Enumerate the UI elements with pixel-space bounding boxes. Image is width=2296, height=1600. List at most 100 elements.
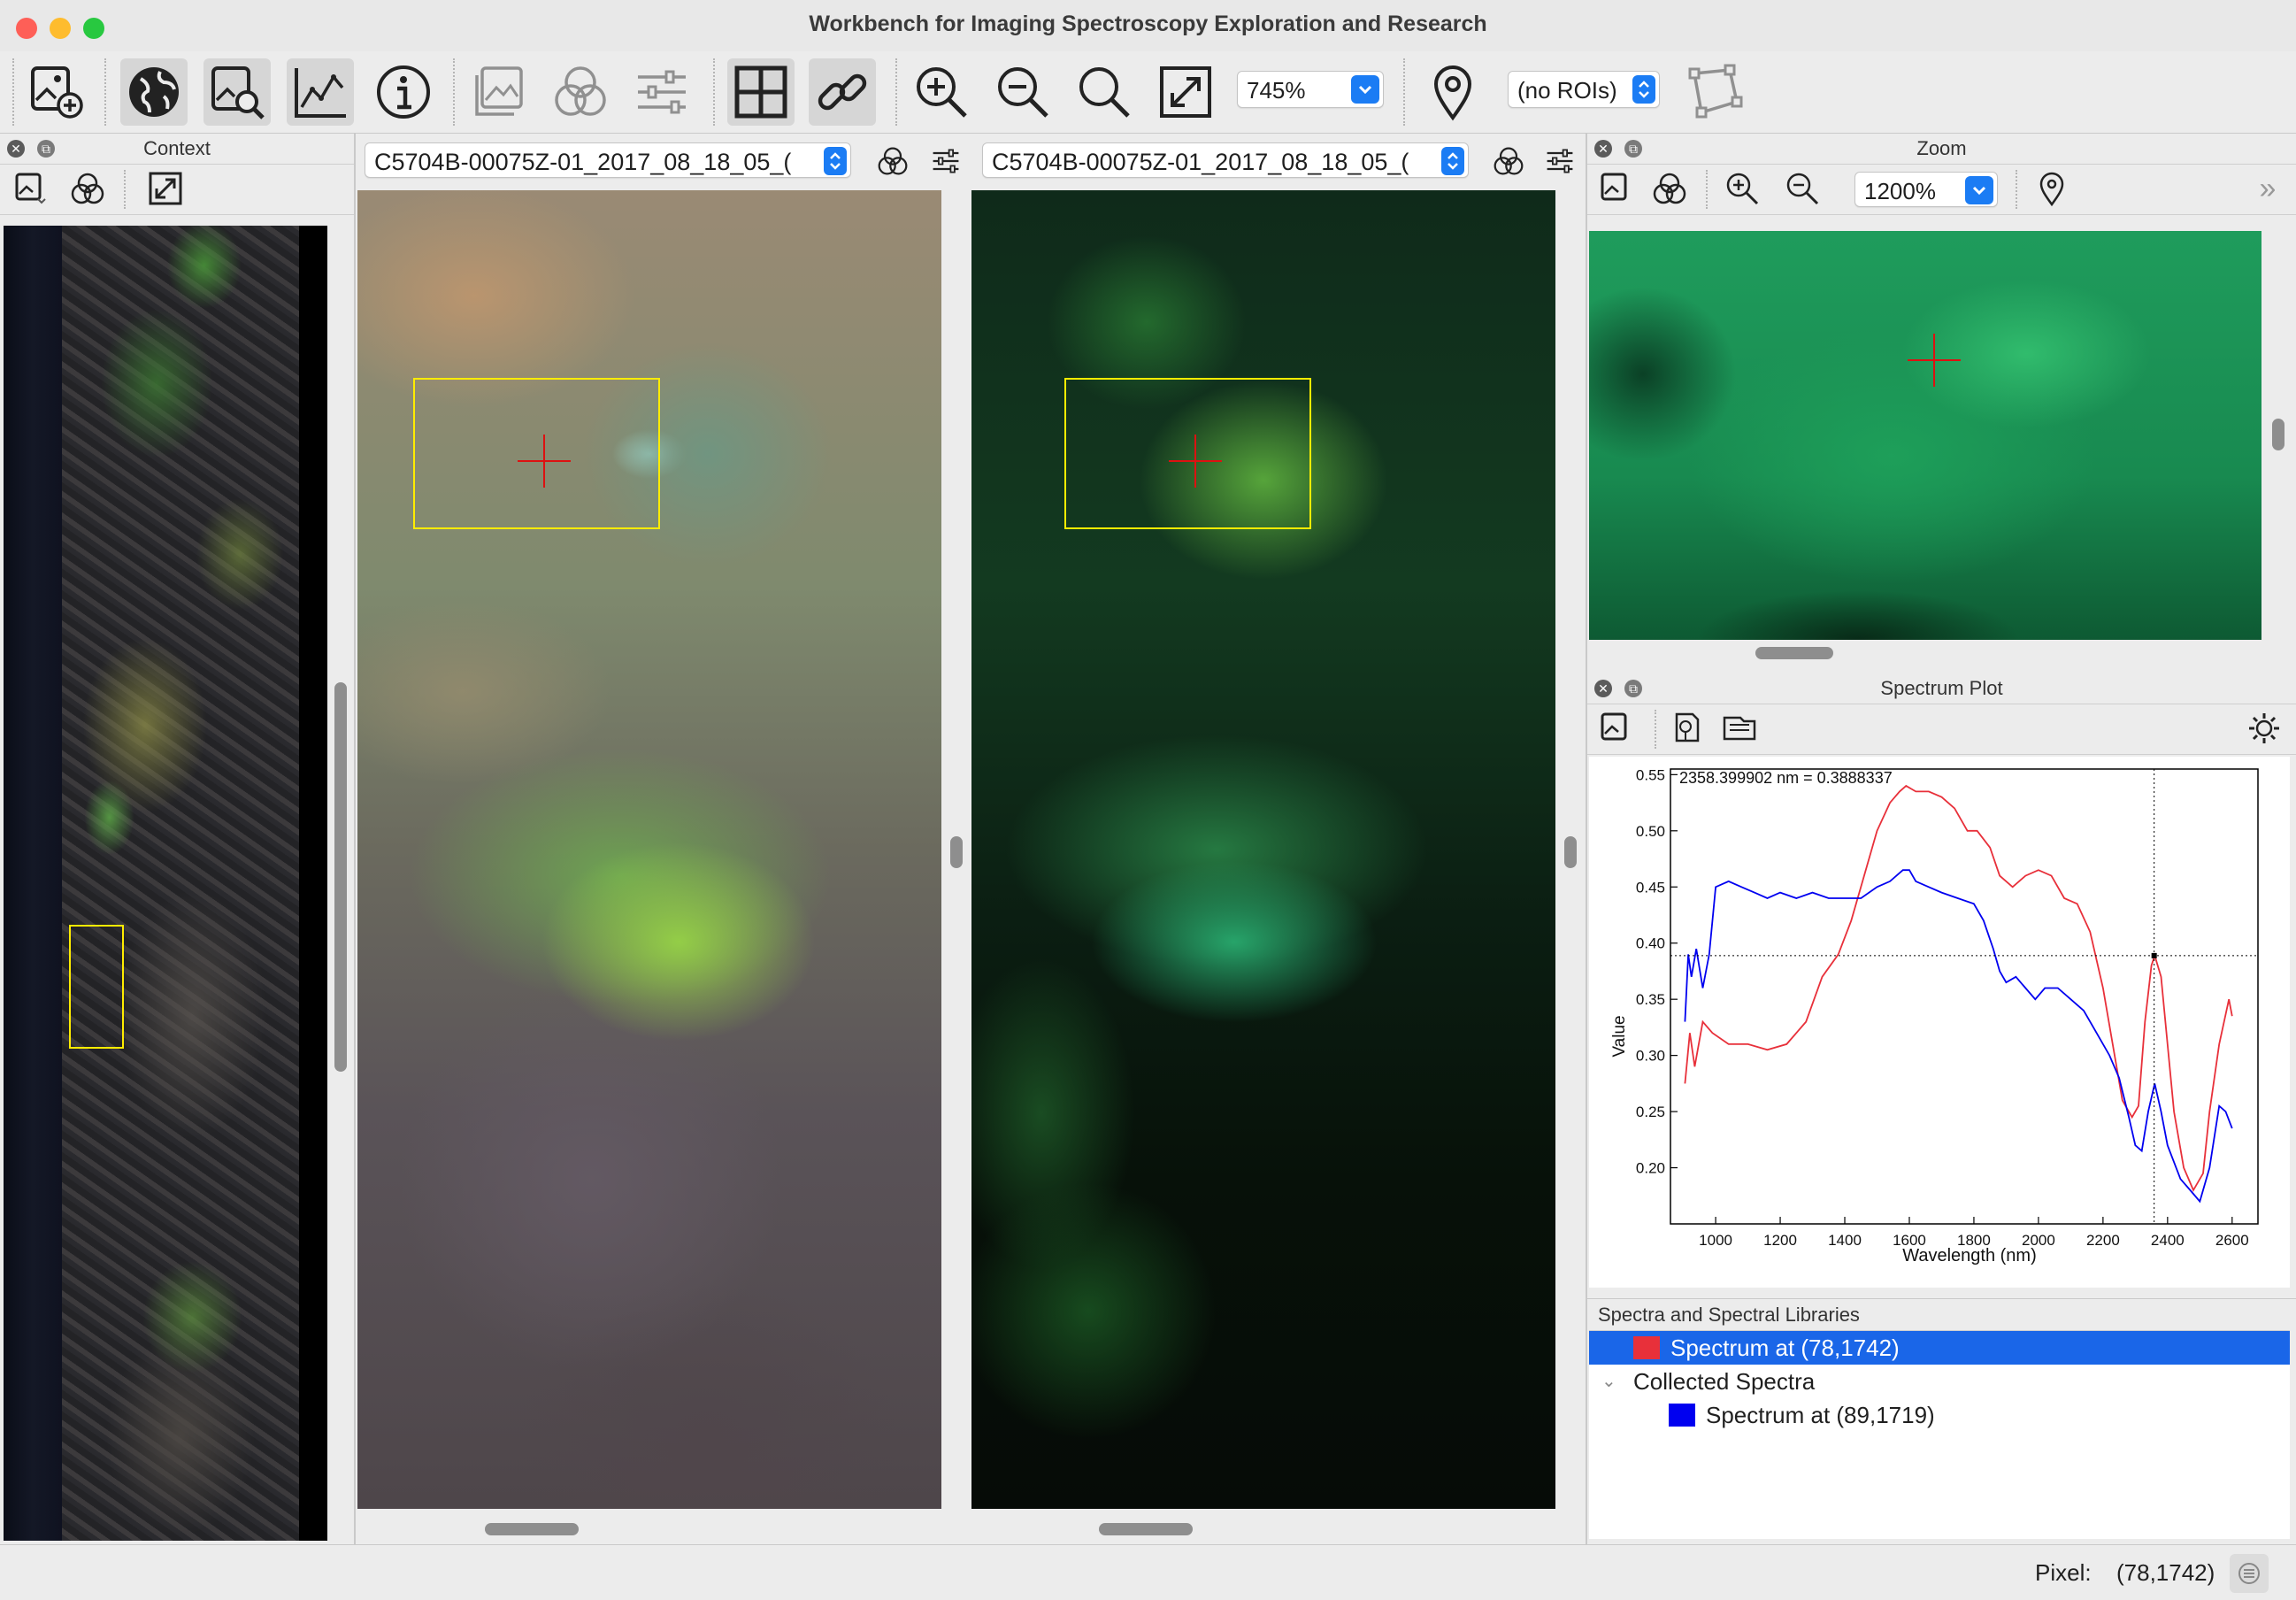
- zoom-panel-level-select[interactable]: 1200%: [1854, 172, 1998, 207]
- main-image-left[interactable]: [357, 190, 941, 1509]
- pixel-label: Pixel:: [2035, 1559, 2092, 1586]
- toolbar-separator: [104, 58, 106, 126]
- expand-icon[interactable]: [143, 166, 188, 211]
- dataset-select-left[interactable]: C5704B-00075Z-01_2017_08_18_05_(: [365, 142, 851, 178]
- y-tick-label: 0.25: [1636, 1104, 1665, 1120]
- zoom-out-icon: [998, 67, 1048, 118]
- stretch-settings-button[interactable]: [628, 58, 695, 126]
- zoom-full-button[interactable]: [1152, 58, 1219, 126]
- geographic-view-button[interactable]: [120, 58, 188, 126]
- spectrum-plot-area[interactable]: 1000 1200 1400 1600 1800 2000 2200 2400 2600 0.20…: [1589, 757, 2290, 1288]
- expand-icon: [1160, 66, 1211, 118]
- main-view-left: C5704B-00075Z-01_2017_08_18_05_(: [356, 134, 970, 1544]
- zoom-in-icon[interactable]: [1720, 166, 1764, 211]
- plot-frame: [1670, 768, 2259, 1225]
- collected-spectrum-row[interactable]: Spectrum at (89,1719): [1589, 1398, 2290, 1432]
- link-views-button[interactable]: [809, 58, 876, 126]
- pixel-value: (78,1742): [2116, 1559, 2215, 1586]
- vertical-scrollbar-right[interactable]: [1564, 836, 1577, 868]
- collected-spectra-group[interactable]: ⌄ Collected Spectra: [1589, 1365, 2290, 1398]
- main-view-right: C5704B-00075Z-01_2017_08_18_05_(: [971, 134, 1587, 1544]
- zoom-in-button[interactable]: [908, 58, 975, 126]
- context-view-box[interactable]: [69, 925, 124, 1049]
- active-spectrum-color-swatch: [1633, 1336, 1660, 1359]
- zoom-crosshair: [1908, 334, 1961, 387]
- toolbar-separator: [124, 170, 126, 209]
- cursor-value-annotation: 2358.399902 nm = 0.3888337: [1679, 769, 1893, 787]
- grid-icon: [734, 65, 787, 119]
- spectrum-plot-button[interactable]: [287, 58, 354, 126]
- chevron-down-icon[interactable]: ⌄: [1601, 1365, 1616, 1398]
- add-bookmark-icon[interactable]: [1665, 706, 1709, 750]
- context-vertical-scrollbar[interactable]: [334, 682, 347, 1072]
- polygon-roi-button[interactable]: [1681, 58, 1748, 126]
- zoom-out-button[interactable]: [989, 58, 1056, 126]
- color-circles-icon: [555, 66, 606, 116]
- cursor-crosshair-left: [518, 435, 571, 488]
- activity-indicator-icon[interactable]: [2230, 1554, 2269, 1593]
- info-button[interactable]: [370, 58, 437, 126]
- sliders-icon[interactable]: [1538, 139, 1582, 183]
- zoom-image[interactable]: [1589, 231, 2261, 640]
- overflow-chevrons-icon[interactable]: »: [2246, 166, 2290, 211]
- toolbar-separator: [1403, 58, 1405, 126]
- zoom-fit-button[interactable]: [1071, 58, 1138, 126]
- spectrum-chart[interactable]: 1000 1200 1400 1600 1800 2000 2200 2400 26000.20…: [1589, 757, 2290, 1288]
- open-image-button[interactable]: [23, 58, 90, 126]
- zoom-horizontal-scrollbar[interactable]: [1755, 647, 1833, 659]
- detach-icon[interactable]: ⧉: [1624, 140, 1642, 158]
- color-circles-icon[interactable]: [1647, 166, 1692, 211]
- context-toolbar: [0, 165, 354, 215]
- up-down-arrows-icon: [1632, 75, 1655, 104]
- grid-layout-button[interactable]: [727, 58, 795, 126]
- dataset-select-right[interactable]: C5704B-00075Z-01_2017_08_18_05_(: [982, 142, 1469, 178]
- close-icon[interactable]: ✕: [1594, 140, 1612, 158]
- sliders-icon: [638, 70, 686, 114]
- up-down-arrows-icon: [1441, 147, 1464, 175]
- y-axis-label: Value: [1610, 1015, 1629, 1057]
- location-pin-icon[interactable]: [2030, 166, 2074, 211]
- zoom-vertical-scrollbar[interactable]: [2272, 419, 2284, 450]
- image-bands-icon[interactable]: [1593, 166, 1637, 211]
- image-bands-icon[interactable]: [1593, 706, 1637, 750]
- image-bands-button[interactable]: [467, 58, 534, 126]
- globe-icon: [129, 67, 179, 117]
- horizontal-scrollbar-left[interactable]: [485, 1523, 579, 1535]
- zoom-panel-title: Zoom: [1587, 134, 2296, 165]
- main-image-right[interactable]: [971, 190, 1555, 1509]
- window-title: Workbench for Imaging Spectroscopy Explo…: [809, 12, 1487, 36]
- x-tick-label: 2200: [2086, 1232, 2120, 1249]
- active-spectrum-row[interactable]: Spectrum at (78,1742): [1589, 1331, 2290, 1365]
- roi-select[interactable]: (no ROIs): [1508, 71, 1660, 108]
- color-circles-icon[interactable]: [65, 166, 110, 211]
- up-down-arrows-icon: [824, 147, 847, 175]
- y-tick-label: 0.45: [1636, 879, 1665, 896]
- vertical-scrollbar-left[interactable]: [950, 836, 963, 868]
- context-image[interactable]: [4, 226, 327, 1541]
- horizontal-scrollbar-right[interactable]: [1099, 1523, 1193, 1535]
- splitter[interactable]: [1587, 1288, 2296, 1299]
- detach-icon[interactable]: ⧉: [37, 140, 55, 158]
- toolbar-separator: [713, 58, 715, 126]
- zoom-out-icon[interactable]: [1780, 166, 1824, 211]
- color-circles-icon[interactable]: [871, 139, 915, 183]
- color-circles-icon[interactable]: [1486, 139, 1531, 183]
- toolbar-separator: [895, 58, 897, 126]
- magnifier-icon: [1079, 67, 1130, 118]
- sliders-icon[interactable]: [924, 139, 968, 183]
- close-icon[interactable]: ✕: [1594, 680, 1612, 697]
- roi-pin-button[interactable]: [1419, 58, 1486, 126]
- zoom-in-icon: [917, 67, 967, 118]
- image-bands-icon[interactable]: [7, 166, 51, 211]
- toolbar-separator: [453, 58, 455, 126]
- rgb-channels-button[interactable]: [547, 58, 614, 126]
- gear-icon[interactable]: [2242, 706, 2286, 750]
- status-bar: Pixel: (78,1742): [0, 1544, 2296, 1600]
- spectra-list-header: Spectra and Spectral Libraries: [1589, 1300, 2290, 1331]
- spectrum-panel-title: Spectrum Plot: [1587, 673, 2296, 704]
- detach-icon[interactable]: ⧉: [1624, 680, 1642, 697]
- library-icon[interactable]: [1718, 706, 1762, 750]
- close-icon[interactable]: ✕: [7, 140, 25, 158]
- zoom-level-select[interactable]: 745%: [1237, 71, 1384, 108]
- image-info-view-button[interactable]: [203, 58, 271, 126]
